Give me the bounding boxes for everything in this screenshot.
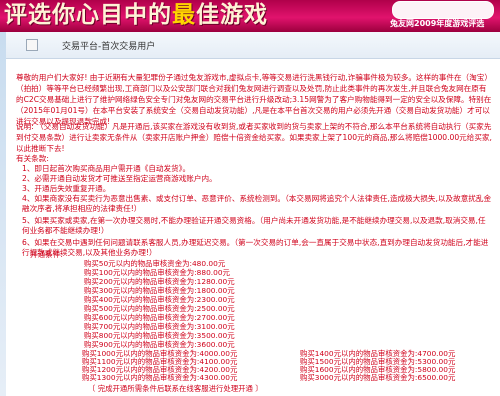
left-sidebar xyxy=(0,32,6,396)
intro-paragraph: 尊敬的用户们大家好! 由于近期有大量犯罪份子通过兔友游戏市,虚拟点卡,等等交易进… xyxy=(16,73,492,126)
footer-note: 〔 完成开通所需条件后联系在线客服进行处理开通 〕 xyxy=(88,384,263,393)
note-paragraph: 说明: （交易自动发货功能）凡是开通后,该买家在游戏没有收到货,或者买家收到的货… xyxy=(16,122,492,153)
banner-tagline: 兔友网2009年度游戏评选 xyxy=(390,19,485,28)
fee-row: 购买1300元以内的物品审核资金为:4300.00元 xyxy=(82,373,238,382)
note-item-4: 4、如果商家没有买卖行为恶意出售素、或支付订单、恶意评价、系统检测到。（本交易网… xyxy=(22,194,492,214)
slogan-part-2: 佳游戏 xyxy=(196,2,268,28)
breadcrumb: 交易平台-首次交易用户 xyxy=(62,42,156,52)
header-banner: 评选你心目中的最佳游戏 兔友网2009年度游戏评选 xyxy=(0,0,500,32)
slogan-part-1: 评选你心目中的 xyxy=(4,2,172,28)
banner-slogan: 评选你心目中的最佳游戏 xyxy=(4,0,268,30)
slogan-highlight: 最 xyxy=(172,2,196,28)
note-item-3: 3、开通后失效重复开通。 xyxy=(22,184,111,193)
note-item-2: 2、必需开通自动发货才可推送至指定运营商游戏账户内。 xyxy=(22,174,217,183)
banner-badge xyxy=(392,1,494,19)
fee-title: 开通条件: xyxy=(30,250,63,259)
note-item-5: 5、如果买家或卖家,在第一次办理交易时,不能办理验证开通交易资格。（用户尚未开通… xyxy=(22,216,486,236)
breadcrumb-bar: 交易平台-首次交易用户 xyxy=(6,32,500,59)
note-item-6: 6、如果在交易中遇到任何问题请联系客服人员,办理延迟交易。（第一次交易的订单,会… xyxy=(22,238,489,258)
notes-title: 有关条款: xyxy=(16,154,49,163)
fee-row: 购买3000元以内的物品审核资金为:6500.00元 xyxy=(300,373,456,382)
note-item-1: 1、即日起首次购买商品用户需开通《自动发货》。 xyxy=(22,164,191,173)
page-icon xyxy=(26,39,38,51)
